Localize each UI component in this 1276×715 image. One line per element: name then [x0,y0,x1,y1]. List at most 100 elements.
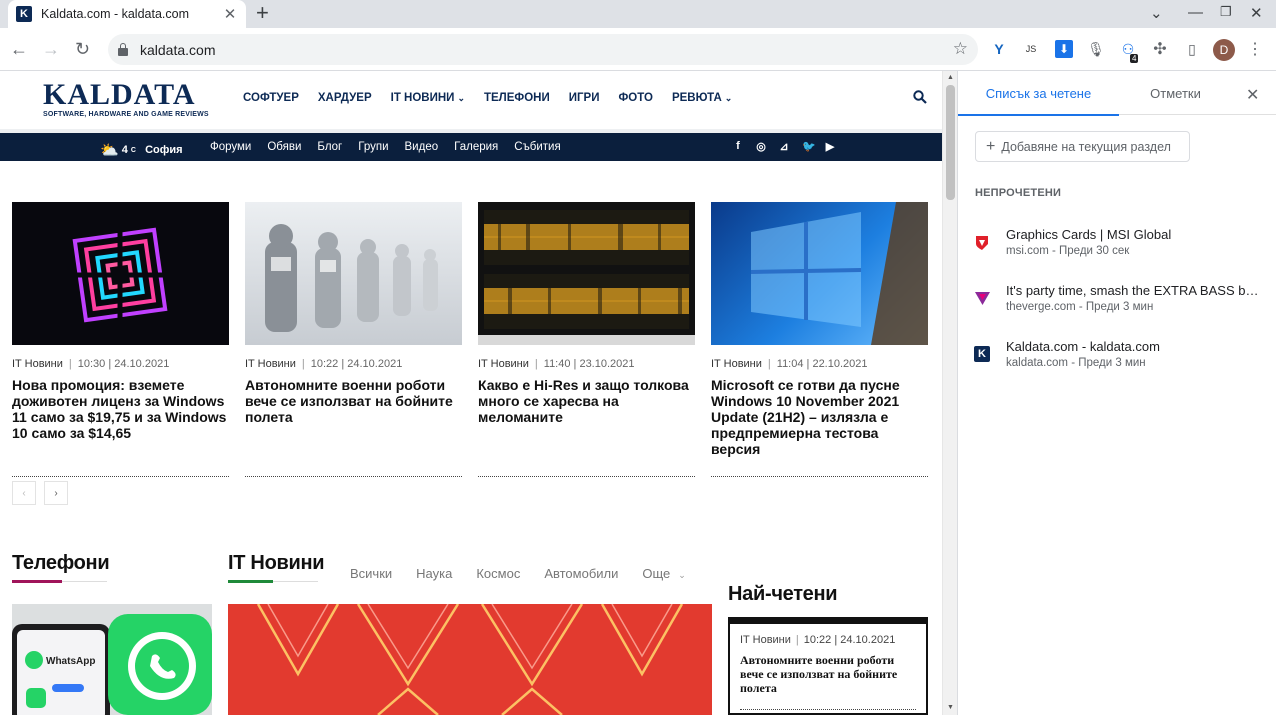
microphone-icon[interactable]: 🎙 [1087,40,1105,58]
menu-kebab-icon[interactable]: ⋮ [1246,40,1264,58]
address-bar[interactable]: kaldata.com ☆ [108,34,978,65]
article-title[interactable]: Какво е Hi-Res и защо толкова много се х… [478,377,695,425]
prev-arrow-button[interactable]: ‹ [12,481,36,505]
scroll-up-icon[interactable]: ▲ [947,74,954,81]
article-image-windows10[interactable] [711,202,928,345]
new-tab-icon[interactable]: + [256,2,269,24]
tab-strip: K Kaldata.com - kaldata.com ✕ + ⌄ — ❐ ✕ [0,0,1276,28]
section-title-most-read[interactable]: Най-четени [728,583,838,606]
article-category[interactable]: IT Новини [12,358,63,370]
reading-item-title: It's party time, smash the EXTRA BASS bu… [1006,283,1261,298]
unread-section-header: НЕПРОЧЕТЕНИ [975,187,1062,199]
nav-phones[interactable]: ТЕЛЕФОНИ [484,92,550,104]
article-card[interactable]: IT Новини | 11:04 | 22.10.2021 Microsoft с… [711,202,928,457]
profile-avatar[interactable]: D [1213,39,1235,61]
filter-all[interactable]: Всички [350,566,392,581]
panel-tabs: Списък за четене Отметки ✕ [958,71,1276,116]
filter-more[interactable]: Още ⌄ [642,566,685,581]
bookmark-star-icon[interactable]: ☆ [953,39,968,59]
kaldata-logo[interactable]: KALDATA SOFTWARE, HARDWARE AND GAME REVI… [43,79,209,119]
link-gallery[interactable]: Галерия [454,141,498,153]
back-icon[interactable]: ← [10,38,28,60]
close-tab-icon[interactable]: ✕ [222,5,238,23]
scroll-down-icon[interactable]: ▼ [947,704,954,711]
article-category[interactable]: IT Новини [711,358,762,370]
weather-unit: C [130,146,136,154]
weather-city: София [145,144,183,156]
close-window-icon[interactable]: ✕ [1250,4,1263,22]
scrollbar-thumb[interactable] [946,85,955,200]
article-image-windows[interactable] [12,202,229,345]
article-card[interactable]: IT Новини | 10:30 | 24.10.2021 Нова промоц… [12,202,229,441]
most-read-time: 10:22 | 24.10.2021 [803,634,896,646]
lock-icon[interactable] [118,42,128,56]
section-title-it-news[interactable]: IT Новини [228,552,325,575]
nav-games[interactable]: ИГРИ [569,92,600,104]
filter-cars[interactable]: Автомобили [544,566,618,581]
nav-hardware[interactable]: ХАРДУЕР [318,92,372,104]
extensions-puzzle-icon[interactable]: ✣ [1151,40,1169,58]
vimeo-extension-icon[interactable]: Y [990,40,1008,58]
url-text[interactable]: kaldata.com [140,42,215,58]
article-category[interactable]: IT Новини [245,358,296,370]
nav-it-news-label: IT НОВИНИ [390,92,455,104]
add-current-tab-button[interactable]: + Добавяне на текущия раздел [975,131,1190,162]
js-extension-icon[interactable]: JS [1022,40,1040,58]
it-news-filter-tabs: Всички Наука Космос Автомобили Още ⌄ [350,566,710,581]
article-time: 10:22 | 24.10.2021 [310,358,403,370]
restore-icon[interactable]: ❐ [1220,4,1232,20]
it-news-featured-image[interactable] [228,604,712,715]
facebook-icon[interactable]: f [733,140,743,153]
forward-icon[interactable]: → [42,38,60,60]
article-title[interactable]: Нова промоция: вземете доживотен лиценз … [12,377,229,441]
extension-badge: 4 [1130,54,1139,63]
nav-software[interactable]: СОФТУЕР [243,92,299,104]
phones-underline-rest [62,581,107,582]
tab-search-icon[interactable]: ⌄ [1150,4,1163,22]
article-image-robots[interactable] [245,202,462,345]
reload-icon[interactable]: ↻ [75,38,90,60]
minimize-icon[interactable]: — [1188,4,1203,21]
most-read-title[interactable]: Автономните военни роботи вече се използ… [740,653,916,695]
page-scrollbar[interactable]: ▲ ▼ [942,71,957,715]
article-card[interactable]: IT Новини | 10:22 | 24.10.2021 Автономните… [245,202,462,425]
article-card[interactable]: IT Новини | 11:40 | 23.10.2021 Какво е Hi-… [478,202,695,425]
link-events[interactable]: Събития [514,141,560,153]
article-image-hires[interactable] [478,202,695,345]
section-title-phones[interactable]: Телефони [12,552,110,575]
nav-reviews[interactable]: РЕВЮТА ⌄ [672,92,732,104]
next-arrow-button[interactable]: › [44,481,68,505]
search-icon[interactable] [913,90,927,104]
divider [478,476,695,477]
it-news-underline-rest [273,581,318,582]
phones-article-image[interactable]: WhatsApp [12,604,212,715]
instagram-icon[interactable]: ◎ [756,140,766,153]
link-groups[interactable]: Групи [358,141,388,153]
link-ads[interactable]: Обяви [267,141,301,153]
filter-science[interactable]: Наука [416,566,452,581]
most-read-category[interactable]: IT Новини [740,634,791,646]
link-blog[interactable]: Блог [317,141,342,153]
browser-tab[interactable]: K Kaldata.com - kaldata.com ✕ [8,0,246,28]
article-category[interactable]: IT Новини [478,358,529,370]
web-page: KALDATA SOFTWARE, HARDWARE AND GAME REVI… [0,71,942,715]
nav-photo[interactable]: ФОТО [618,92,652,104]
tab-reading-list[interactable]: Списък за четене [958,71,1119,116]
link-forums[interactable]: Форуми [210,141,251,153]
browser-toolbar: ← → ↻ kaldata.com ☆ Y JS ⬇ 🎙 ⚇ 4 ✣ ▯ D ⋮ [0,28,1276,71]
close-panel-icon[interactable]: ✕ [1246,85,1259,105]
side-panel-icon[interactable]: ▯ [1183,40,1201,58]
twitter-icon[interactable]: 🐦 [802,140,816,153]
article-title[interactable]: Microsoft се готви да пусне Windows 10 N… [711,377,928,457]
link-video[interactable]: Видео [405,141,439,153]
weather-temp: 4 [121,144,128,156]
download-extension-icon[interactable]: ⬇ [1055,40,1073,58]
reading-item-title: Graphics Cards | MSI Global [1006,227,1172,242]
youtube-icon[interactable]: ▶ [825,140,835,153]
nav-it-news[interactable]: IT НОВИНИ ⌄ [391,92,465,104]
top-bar: ⛅ 4 C София Форуми Обяви Блог Групи Виде… [0,133,942,161]
rss-icon[interactable]: ⊿ [779,140,789,153]
article-title[interactable]: Автономните военни роботи вече се използ… [245,377,462,425]
filter-space[interactable]: Космос [476,566,520,581]
tab-bookmarks[interactable]: Отметки [1119,71,1232,115]
